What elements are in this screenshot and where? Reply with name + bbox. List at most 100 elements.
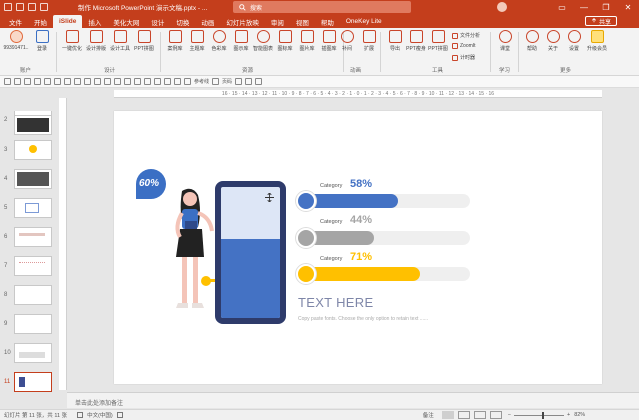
theme-library-button[interactable]: 主题库 — [187, 30, 207, 64]
tab-insert[interactable]: 插入 — [82, 15, 107, 28]
extend-button[interactable]: 扩展 — [359, 30, 379, 64]
notes-pane[interactable]: 单击此处添加备注 — [67, 392, 639, 408]
same-width-icon[interactable] — [84, 78, 91, 85]
tab-home[interactable]: 开始 — [28, 15, 53, 28]
slide-heading[interactable]: TEXT HERE — [298, 295, 373, 310]
align-top-icon[interactable] — [34, 78, 41, 85]
rotate-icon[interactable] — [104, 78, 111, 85]
slide-canvas[interactable]: 60% Category 58% Category 44% Category 7… — [114, 111, 602, 384]
undo-icon[interactable] — [16, 3, 24, 11]
accessibility-icon[interactable] — [116, 412, 123, 418]
tab-design[interactable]: 设计 — [145, 15, 170, 28]
ribbon-display-icon[interactable]: ▭ — [551, 0, 573, 14]
zoom-slider[interactable] — [513, 411, 564, 419]
help-button[interactable]: 帮助 — [522, 30, 542, 64]
percent-bubble[interactable]: 60% — [136, 169, 166, 199]
timer-button[interactable]: 计时器 — [452, 54, 475, 61]
smart-chart-button[interactable]: 智能图表 — [253, 30, 273, 64]
tween-button[interactable]: 补间 — [337, 30, 357, 64]
copy-icon[interactable] — [174, 78, 181, 85]
search-box[interactable]: 搜索 — [233, 1, 411, 13]
align-right-icon[interactable] — [24, 78, 31, 85]
matrix-icon[interactable] — [154, 78, 161, 85]
slide-thumb-11[interactable]: 11 — [4, 372, 52, 392]
tab-view[interactable]: 视图 — [290, 15, 315, 28]
slide-thumb-5[interactable]: 5 — [4, 198, 52, 218]
slide-thumb-8[interactable]: 8 — [4, 285, 52, 305]
ppt-puzzle-tool-button[interactable]: PPT拼图 — [428, 30, 448, 64]
slide-thumb-3[interactable]: 3 — [4, 140, 52, 160]
notes-toggle[interactable]: 备注 — [423, 411, 434, 419]
user-avatar[interactable] — [497, 2, 507, 12]
zoom-level[interactable]: 82% — [574, 412, 585, 418]
one-click-optimize-button[interactable]: 一键优化 — [62, 30, 82, 64]
align-left-icon[interactable] — [4, 78, 11, 85]
icon-library-button[interactable]: 图标库 — [275, 30, 295, 64]
zoom-in-icon[interactable]: + — [567, 412, 570, 418]
slide-thumb-7[interactable]: 7 — [4, 256, 52, 276]
upgrade-vip-button[interactable]: 升级会员 — [586, 30, 608, 64]
tab-transitions[interactable]: 切换 — [170, 15, 195, 28]
ungroup-icon[interactable] — [134, 78, 141, 85]
distribute-h-icon[interactable] — [64, 78, 71, 85]
reference-line-icon[interactable] — [184, 78, 191, 85]
save-icon[interactable] — [4, 3, 12, 11]
selection-icon[interactable] — [235, 78, 243, 85]
diagram-library-button[interactable]: 图示库 — [231, 30, 251, 64]
align-center-icon[interactable] — [14, 78, 21, 85]
slide-thumb-4[interactable]: 4 — [4, 169, 52, 189]
redo-icon[interactable] — [28, 3, 36, 11]
image-library-button[interactable]: 图片库 — [297, 30, 317, 64]
phone-illustration[interactable] — [215, 181, 286, 324]
reference-line-label[interactable]: 参考线 — [194, 78, 209, 85]
design-layout-button[interactable]: 设计排版 — [86, 30, 106, 64]
slide-thumb-2[interactable] — [14, 115, 52, 135]
slide-body-text[interactable]: Copy paste fonts. Choose the only option… — [298, 316, 428, 322]
export-button[interactable]: 导出 — [385, 30, 405, 64]
tab-slideshow[interactable]: 幻灯片放映 — [220, 15, 265, 28]
share-button[interactable]: 共享 — [584, 16, 617, 26]
reading-view-icon[interactable] — [473, 411, 486, 419]
distribute-v-icon[interactable] — [74, 78, 81, 85]
tab-beautify[interactable]: 美化大网 — [107, 15, 145, 28]
tab-file[interactable]: 文件 — [3, 15, 28, 28]
slide-thumb-6[interactable]: 6 — [4, 227, 52, 247]
slide-number-icon[interactable] — [212, 78, 220, 85]
classroom-button[interactable]: 课堂 — [495, 30, 515, 64]
tab-onekey-lite[interactable]: OneKey Lite — [340, 15, 388, 28]
more-tools-icon[interactable] — [255, 78, 263, 85]
align-middle-icon[interactable] — [44, 78, 51, 85]
tab-islide[interactable]: iSlide — [53, 15, 83, 28]
crop-icon[interactable] — [144, 78, 151, 85]
spellcheck-icon[interactable] — [77, 412, 84, 418]
slide-number-label[interactable]: 页码 — [222, 78, 232, 85]
design-tools-button[interactable]: 设计工具 — [110, 30, 130, 64]
slide-sorter-icon[interactable] — [457, 411, 470, 419]
ppt-slim-button[interactable]: PPT瘦身 — [406, 30, 426, 64]
color-library-button[interactable]: 色彩库 — [209, 30, 229, 64]
restore-button[interactable]: ❐ — [595, 0, 617, 14]
account-button[interactable]: 99391471.. — [3, 30, 29, 64]
slide-thumb-10[interactable]: 10 — [4, 343, 52, 363]
zoom-out-icon[interactable]: − — [508, 412, 511, 418]
slide-thumb-9[interactable]: 9 — [4, 314, 52, 334]
present-icon[interactable] — [40, 3, 48, 11]
about-button[interactable]: 关于 — [543, 30, 563, 64]
group-icon[interactable] — [124, 78, 131, 85]
minimize-button[interactable]: — — [573, 0, 595, 14]
zoomit-button[interactable]: ZoomIt — [452, 43, 476, 49]
tab-review[interactable]: 审阅 — [265, 15, 290, 28]
normal-view-icon[interactable] — [441, 411, 454, 419]
ring-layout-icon[interactable] — [164, 78, 171, 85]
lock-icon[interactable] — [245, 78, 253, 85]
bar-3-fill[interactable] — [298, 267, 420, 281]
login-button[interactable]: 登录 — [32, 30, 52, 64]
align-bottom-icon[interactable] — [54, 78, 61, 85]
settings-button[interactable]: 设置 — [564, 30, 584, 64]
same-height-icon[interactable] — [94, 78, 101, 85]
file-analysis-button[interactable]: 文件分析 — [452, 32, 480, 39]
language-indicator[interactable]: 中文(中国) — [87, 411, 113, 419]
flip-icon[interactable] — [114, 78, 121, 85]
ppt-puzzle-button[interactable]: PPT拼图 — [134, 30, 154, 64]
case-library-button[interactable]: 案例库 — [165, 30, 185, 64]
